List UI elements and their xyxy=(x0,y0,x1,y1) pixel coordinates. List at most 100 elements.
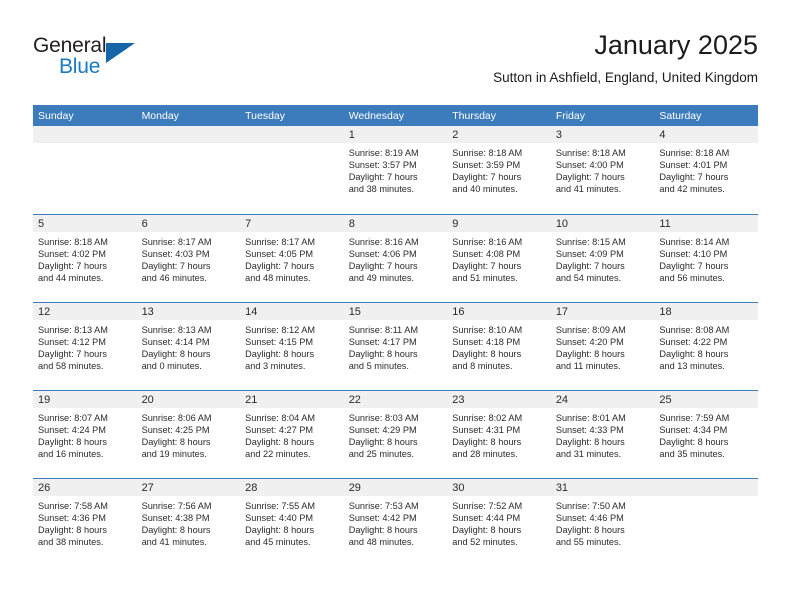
day-cell[interactable]: 19 Sunrise: 8:07 AM Sunset: 4:24 PM Dayligh… xyxy=(33,390,137,478)
day-cell[interactable]: 31 Sunrise: 7:50 AM Sunset: 4:46 PM Dayligh… xyxy=(550,478,655,566)
day-detail-line: Daylight: 8 hours xyxy=(452,525,522,536)
day-cell[interactable]: 8 Sunrise: 8:16 AM Sunset: 4:06 PM Daylight… xyxy=(343,214,448,302)
day-cell[interactable]: 16 Sunrise: 8:10 AM Sunset: 4:18 PM Dayligh… xyxy=(447,302,551,390)
day-cell[interactable]: 5 Sunrise: 8:18 AM Sunset: 4:02 PM Daylight… xyxy=(33,214,137,302)
day-detail-line: and 48 minutes. xyxy=(245,273,311,284)
day-detail-line: Sunset: 4:29 PM xyxy=(348,425,417,436)
calendar-grid: Sunday Monday Tuesday Wednesday Thursday… xyxy=(33,105,758,566)
day-details: Sunrise: 8:09 AM Sunset: 4:20 PM Daylight:… xyxy=(551,320,655,372)
day-number xyxy=(33,126,137,143)
calendar-cell xyxy=(654,478,758,566)
day-cell[interactable]: 9 Sunrise: 8:16 AM Sunset: 4:08 PM Daylight… xyxy=(447,214,551,302)
day-number: 11 xyxy=(654,215,758,232)
day-cell[interactable]: 22 Sunrise: 8:03 AM Sunset: 4:29 PM Dayligh… xyxy=(343,390,448,478)
day-number: 20 xyxy=(136,391,241,408)
calendar-cell: 6 Sunrise: 8:17 AM Sunset: 4:03 PM Daylight… xyxy=(136,214,241,302)
day-detail-line: Sunset: 4:44 PM xyxy=(452,513,521,524)
day-details: Sunrise: 8:13 AM Sunset: 4:12 PM Daylight:… xyxy=(33,320,137,372)
day-number: 8 xyxy=(343,215,448,232)
day-cell[interactable]: 7 Sunrise: 8:17 AM Sunset: 4:05 PM Daylight… xyxy=(240,214,344,302)
day-cell[interactable]: 14 Sunrise: 8:12 AM Sunset: 4:15 PM Dayligh… xyxy=(240,302,344,390)
day-detail-line: Daylight: 8 hours xyxy=(38,437,107,448)
day-details: Sunrise: 8:01 AM Sunset: 4:33 PM Daylight:… xyxy=(551,408,655,460)
day-detail-line: Daylight: 8 hours xyxy=(245,437,315,448)
day-detail-line: Daylight: 8 hours xyxy=(141,349,211,360)
day-detail-line: Daylight: 7 hours xyxy=(348,172,418,183)
day-detail-line: Sunset: 4:00 PM xyxy=(555,160,624,171)
day-detail-line: Sunset: 4:02 PM xyxy=(38,249,106,260)
day-number: 6 xyxy=(136,215,241,232)
day-cell[interactable]: 2 Sunrise: 8:18 AM Sunset: 3:59 PM Daylight… xyxy=(447,126,551,214)
day-detail-line: Sunset: 4:06 PM xyxy=(348,249,417,260)
day-detail-line: Sunset: 3:59 PM xyxy=(452,160,521,171)
day-number: 10 xyxy=(550,215,655,232)
day-detail-line: and 48 minutes. xyxy=(348,537,415,548)
day-detail-line: and 38 minutes. xyxy=(348,184,415,195)
day-detail-line: and 16 minutes. xyxy=(38,449,104,460)
day-cell[interactable]: 28 Sunrise: 7:55 AM Sunset: 4:40 PM Dayligh… xyxy=(240,478,344,566)
day-cell[interactable]: 23 Sunrise: 8:02 AM Sunset: 4:31 PM Dayligh… xyxy=(447,390,551,478)
day-cell[interactable]: 21 Sunrise: 8:04 AM Sunset: 4:27 PM Dayligh… xyxy=(240,390,344,478)
day-cell[interactable]: 6 Sunrise: 8:17 AM Sunset: 4:03 PM Daylight… xyxy=(136,214,241,302)
day-detail-line: Sunset: 4:05 PM xyxy=(245,249,314,260)
day-detail-line: Sunrise: 7:55 AM xyxy=(245,501,316,511)
day-detail-line: Sunrise: 8:09 AM xyxy=(555,325,626,335)
calendar-cell: 7 Sunrise: 8:17 AM Sunset: 4:05 PM Daylight… xyxy=(240,214,344,302)
day-cell[interactable]: 27 Sunrise: 7:56 AM Sunset: 4:38 PM Dayligh… xyxy=(136,478,241,566)
day-cell[interactable]: 15 Sunrise: 8:11 AM Sunset: 4:17 PM Dayligh… xyxy=(343,302,448,390)
day-cell[interactable]: 20 Sunrise: 8:06 AM Sunset: 4:25 PM Dayligh… xyxy=(136,390,241,478)
day-number: 23 xyxy=(447,391,551,408)
calendar-cell: 25 Sunrise: 7:59 AM Sunset: 4:34 PM Dayligh… xyxy=(654,390,758,478)
day-cell[interactable]: 1 Sunrise: 8:19 AM Sunset: 3:57 PM Daylight… xyxy=(343,126,448,214)
day-details: Sunrise: 8:14 AM Sunset: 4:10 PM Daylight:… xyxy=(654,232,758,284)
day-number xyxy=(654,479,758,496)
day-cell[interactable]: 11 Sunrise: 8:14 AM Sunset: 4:10 PM Dayligh… xyxy=(654,214,758,302)
day-detail-line: and 38 minutes. xyxy=(38,537,104,548)
day-details: Sunrise: 8:15 AM Sunset: 4:09 PM Daylight:… xyxy=(551,232,655,284)
day-detail-line: Sunrise: 7:52 AM xyxy=(452,501,523,511)
day-detail-line: Sunset: 4:17 PM xyxy=(348,337,417,348)
day-cell[interactable]: 12 Sunrise: 8:13 AM Sunset: 4:12 PM Dayligh… xyxy=(33,302,137,390)
day-number: 14 xyxy=(240,303,344,320)
day-number xyxy=(136,126,241,143)
day-cell[interactable]: 17 Sunrise: 8:09 AM Sunset: 4:20 PM Dayligh… xyxy=(550,302,655,390)
day-detail-line: and 51 minutes. xyxy=(452,273,518,284)
day-cell[interactable]: 3 Sunrise: 8:18 AM Sunset: 4:00 PM Daylight… xyxy=(550,126,655,214)
day-number: 4 xyxy=(654,126,758,143)
day-cell[interactable]: 29 Sunrise: 7:53 AM Sunset: 4:42 PM Dayligh… xyxy=(343,478,448,566)
day-cell[interactable]: 18 Sunrise: 8:08 AM Sunset: 4:22 PM Dayligh… xyxy=(654,302,758,390)
day-detail-line: and 49 minutes. xyxy=(348,273,415,284)
day-number: 17 xyxy=(550,303,655,320)
day-cell[interactable]: 24 Sunrise: 8:01 AM Sunset: 4:33 PM Dayligh… xyxy=(550,390,655,478)
calendar-week-row: 1 Sunrise: 8:19 AM Sunset: 3:57 PM Daylight… xyxy=(33,126,758,214)
day-number: 9 xyxy=(447,215,551,232)
day-cell[interactable]: 13 Sunrise: 8:13 AM Sunset: 4:14 PM Dayligh… xyxy=(136,302,241,390)
day-details: Sunrise: 8:12 AM Sunset: 4:15 PM Daylight:… xyxy=(240,320,344,372)
day-cell[interactable]: 10 Sunrise: 8:15 AM Sunset: 4:09 PM Dayligh… xyxy=(550,214,655,302)
day-details: Sunrise: 8:17 AM Sunset: 4:05 PM Daylight:… xyxy=(240,232,344,284)
day-detail-line: and 40 minutes. xyxy=(452,184,518,195)
day-cell[interactable]: 4 Sunrise: 8:18 AM Sunset: 4:01 PM Daylight… xyxy=(654,126,758,214)
day-detail-line: Daylight: 7 hours xyxy=(555,172,625,183)
day-detail-line: Daylight: 8 hours xyxy=(555,437,625,448)
day-detail-line: Sunset: 4:09 PM xyxy=(555,249,624,260)
day-detail-line: Daylight: 8 hours xyxy=(452,437,522,448)
day-details xyxy=(654,496,758,500)
day-detail-line: Daylight: 7 hours xyxy=(659,261,729,272)
day-cell[interactable]: 30 Sunrise: 7:52 AM Sunset: 4:44 PM Dayligh… xyxy=(447,478,551,566)
day-of-week-row: Sunday Monday Tuesday Wednesday Thursday… xyxy=(33,105,758,126)
calendar-cell: 10 Sunrise: 8:15 AM Sunset: 4:09 PM Dayligh… xyxy=(550,214,655,302)
day-detail-line: Sunrise: 8:11 AM xyxy=(348,325,418,335)
day-detail-line: Daylight: 8 hours xyxy=(141,525,211,536)
day-details: Sunrise: 7:55 AM Sunset: 4:40 PM Daylight:… xyxy=(240,496,344,548)
day-cell[interactable]: 26 Sunrise: 7:58 AM Sunset: 4:36 PM Dayligh… xyxy=(33,478,137,566)
title-block: January 2025 Sutton in Ashfield, England… xyxy=(493,28,758,88)
calendar-cell: 17 Sunrise: 8:09 AM Sunset: 4:20 PM Dayligh… xyxy=(550,302,655,390)
day-detail-line: Sunset: 4:31 PM xyxy=(452,425,521,436)
calendar-cell: 3 Sunrise: 8:18 AM Sunset: 4:00 PM Daylight… xyxy=(550,126,655,214)
day-detail-line: Sunrise: 7:53 AM xyxy=(348,501,419,511)
day-number: 3 xyxy=(550,126,655,143)
logo-text-blue: Blue xyxy=(59,55,101,78)
day-detail-line: Daylight: 8 hours xyxy=(659,437,729,448)
day-cell[interactable]: 25 Sunrise: 7:59 AM Sunset: 4:34 PM Dayligh… xyxy=(654,390,758,478)
